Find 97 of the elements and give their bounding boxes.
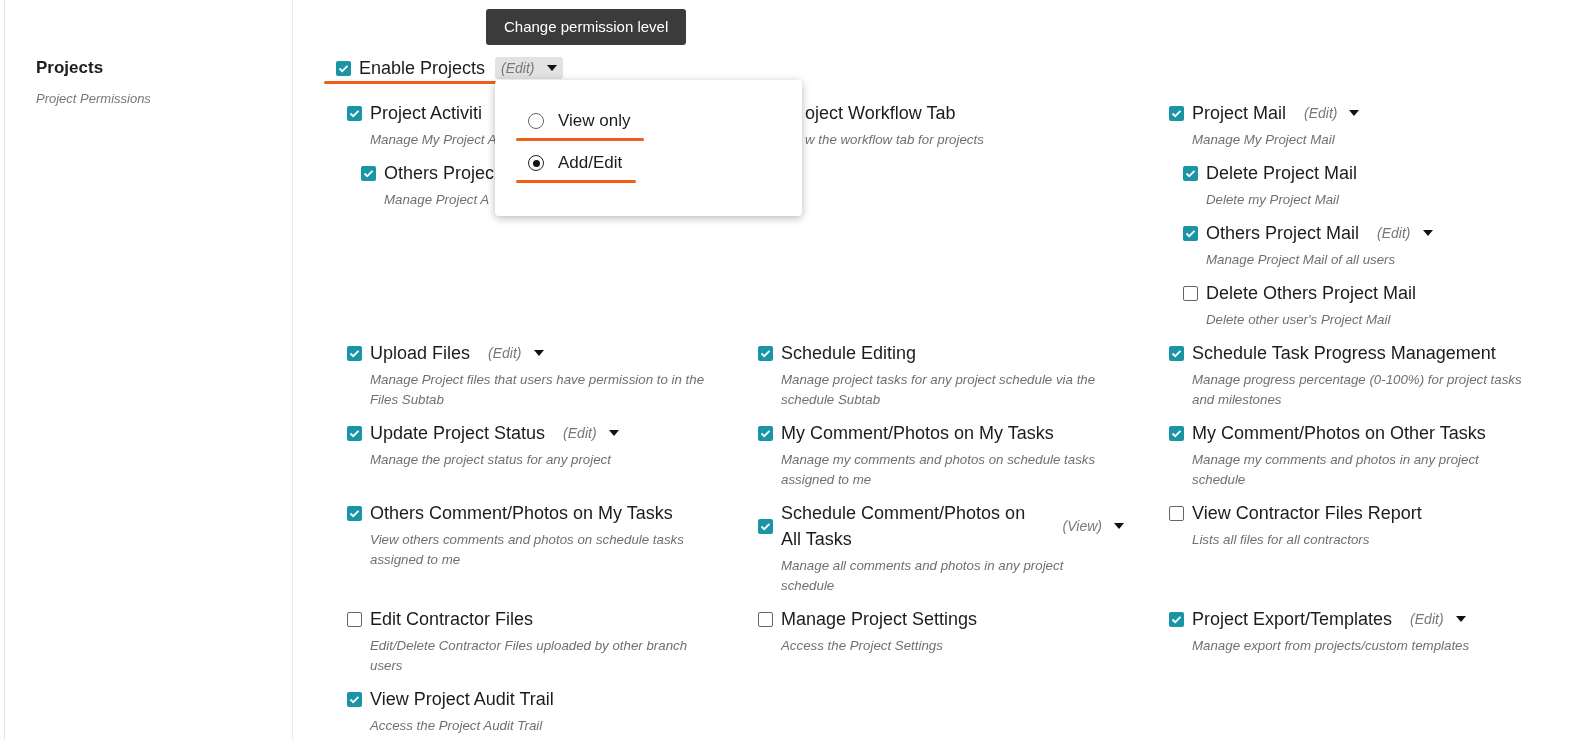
permission-description: Manage export from projects/custom templates xyxy=(1191,637,1471,655)
permission-label: Project Export/Templates xyxy=(1192,608,1393,631)
section-title: Projects xyxy=(36,57,105,79)
check-icon xyxy=(349,694,360,704)
permission-description: Manage Project A xyxy=(383,191,491,209)
permission-level-button[interactable]: (Edit) xyxy=(557,422,625,444)
checkbox[interactable] xyxy=(1169,105,1184,121)
checkbox[interactable] xyxy=(1169,505,1184,521)
checkbox[interactable] xyxy=(1169,425,1184,441)
permission-label: View Contractor Files Report xyxy=(1192,502,1422,525)
permission-level-button[interactable]: (Edit) xyxy=(1298,102,1366,124)
tooltip: Change permission level xyxy=(486,9,687,45)
check-icon xyxy=(1171,614,1182,624)
permission-label: Schedule Comment/Photos on All Tasks xyxy=(781,502,1027,551)
permission-description: Manage my comments and photos in any project schedule xyxy=(1191,451,1480,489)
permission-description: Manage all comments and photos in any project schedule xyxy=(780,557,1065,595)
check-icon xyxy=(1171,108,1182,118)
check-icon xyxy=(349,508,360,518)
permission-level-button[interactable]: (Edit) xyxy=(1371,222,1439,244)
check-icon xyxy=(338,63,349,73)
checkbox[interactable] xyxy=(347,105,362,121)
permission-label: Update Project Status xyxy=(370,422,546,445)
permission-label: Schedule Editing xyxy=(781,342,917,365)
check-icon xyxy=(760,521,771,531)
permission-description: Manage Project files that users have permission to in the Files Subtab xyxy=(369,371,705,409)
permission-label: Others Projec xyxy=(384,162,495,185)
checkbox[interactable] xyxy=(347,691,362,707)
checkbox[interactable] xyxy=(758,425,773,441)
check-icon xyxy=(349,348,360,358)
caret-down-icon xyxy=(533,350,544,356)
permission-label: Schedule Task Progress Management xyxy=(1192,342,1496,365)
permission-description: Delete other user's Project Mail xyxy=(1205,311,1392,329)
option-label[interactable]: Add/Edit xyxy=(558,150,623,176)
checkbox[interactable] xyxy=(347,611,362,627)
checkbox[interactable] xyxy=(347,425,362,441)
checkbox[interactable] xyxy=(347,505,362,521)
permission-label: Project Mail xyxy=(1192,102,1287,125)
section-subtitle: Project Permissions xyxy=(36,90,152,108)
permission-description: Manage project tasks for any project schedule via the schedule Subtab xyxy=(780,371,1097,409)
checkbox[interactable] xyxy=(758,518,773,534)
permission-label: oject Workflow Tab xyxy=(805,102,956,125)
permission-label: Manage Project Settings xyxy=(781,608,978,631)
check-icon xyxy=(1171,348,1182,358)
permission-level-button[interactable]: (Edit) xyxy=(1404,608,1472,630)
check-icon xyxy=(1171,428,1182,438)
permission-label: Delete Project Mail xyxy=(1206,162,1358,185)
permission-label: My Comment/Photos on Other Tasks xyxy=(1192,422,1486,445)
caret-down-icon xyxy=(1422,230,1433,236)
checkbox[interactable] xyxy=(1183,285,1198,301)
check-icon xyxy=(1185,228,1196,238)
caret-down-icon xyxy=(546,65,557,71)
checkbox[interactable] xyxy=(361,165,376,181)
option-label[interactable]: View only xyxy=(558,108,631,134)
permission-description: Lists all files for all contractors xyxy=(1191,531,1371,549)
checkbox[interactable] xyxy=(1183,165,1198,181)
permission-description: View others comments and photos on schedule tasks assigned to me xyxy=(369,531,685,569)
permission-level-button[interactable]: (Edit) xyxy=(482,342,550,364)
check-icon xyxy=(760,428,771,438)
permission-description: Manage progress percentage (0-100%) for project tasks and milestones xyxy=(1191,371,1523,409)
permission-description: Access the Project Audit Trail xyxy=(368,717,544,735)
check-icon xyxy=(349,108,360,118)
permission-label: Upload Files xyxy=(370,342,471,365)
caret-down-icon xyxy=(1114,523,1124,529)
checkbox[interactable] xyxy=(758,611,773,627)
permission-description: Manage Project Mail of all users xyxy=(1205,251,1397,269)
permission-description: Delete my Project Mail xyxy=(1205,191,1341,209)
caret-down-icon xyxy=(1455,616,1466,622)
permission-description: Manage my comments and photos on schedule tasks assigned to me xyxy=(780,451,1097,489)
permission-description: Manage the project status for any project xyxy=(369,451,613,469)
radio-button[interactable] xyxy=(528,113,544,129)
checkbox[interactable] xyxy=(1169,611,1184,627)
caret-down-icon xyxy=(608,430,619,436)
permission-description: w the workflow tab for projects xyxy=(804,131,985,149)
checkbox[interactable] xyxy=(336,60,351,76)
checkbox[interactable] xyxy=(758,345,773,361)
permission-label: My Comment/Photos on My Tasks xyxy=(781,422,1054,445)
check-icon xyxy=(1185,168,1196,178)
permission-label: Project Activiti xyxy=(370,102,483,125)
permission-label: Others Comment/Photos on My Tasks xyxy=(370,502,673,525)
permission-label: Edit Contractor Files xyxy=(370,608,534,631)
permission-description: Access the Project Settings xyxy=(779,637,944,655)
check-icon xyxy=(349,428,360,438)
permission-level-button[interactable]: (View) xyxy=(1056,515,1130,537)
permission-label: View Project Audit Trail xyxy=(370,688,554,711)
permission-description: Edit/Delete Contractor Files uploaded by other branch users xyxy=(369,637,689,675)
checkbox[interactable] xyxy=(1169,345,1184,361)
radio-button[interactable] xyxy=(528,155,544,171)
permission-label: Delete Others Project Mail xyxy=(1206,282,1417,305)
checkbox[interactable] xyxy=(347,345,362,361)
permission-label: Others Project Mail xyxy=(1206,222,1360,245)
permission-description: Manage My Project Mail xyxy=(1191,131,1336,149)
check-icon xyxy=(363,168,374,178)
permission-label: Enable Projects xyxy=(359,57,486,80)
checkbox[interactable] xyxy=(1183,225,1198,241)
check-icon xyxy=(760,348,771,358)
permission-level-button[interactable]: (Edit) xyxy=(495,57,563,79)
caret-down-icon xyxy=(1349,110,1360,116)
